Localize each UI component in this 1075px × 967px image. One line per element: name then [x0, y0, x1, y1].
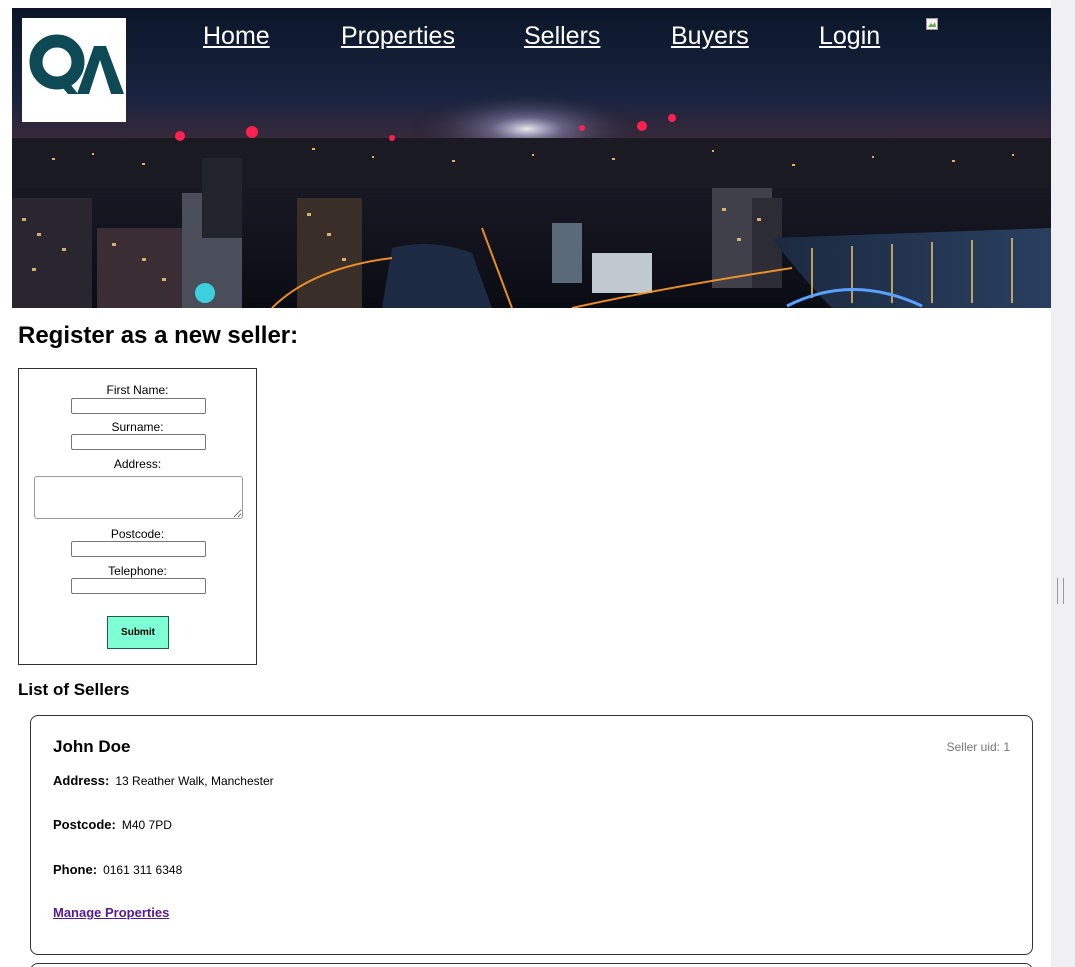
address-textarea[interactable] — [34, 476, 243, 519]
seller-card: John Doe Seller uid: 1 Address: 13 Reathe… — [30, 715, 1033, 955]
first-name-label: First Name: — [106, 383, 169, 397]
manage-properties-link[interactable]: Manage Properties — [53, 905, 169, 920]
nav-buyers-link[interactable]: Buyers — [671, 22, 749, 51]
scrollbar-track[interactable] — [1051, 0, 1075, 967]
surname-label: Surname: — [111, 420, 164, 434]
nav-home-link[interactable]: Home — [203, 22, 270, 51]
nav-properties-link[interactable]: Properties — [341, 22, 455, 51]
page-title: Register as a new seller: — [18, 322, 299, 349]
seller-card-next — [30, 963, 1033, 967]
nav-login-link[interactable]: Login — [819, 22, 880, 51]
scrollbar-grip-icon[interactable] — [1057, 578, 1064, 604]
phone-key: Phone: — [53, 862, 98, 877]
header-banner: Home Properties Sellers Buyers Login — [12, 8, 1051, 308]
nav-sellers-link[interactable]: Sellers — [524, 22, 600, 51]
main-nav: Home Properties Sellers Buyers Login — [12, 22, 1051, 62]
address-label: Address: — [113, 457, 162, 471]
register-seller-form: First Name: Surname: Address: Postcode: … — [18, 368, 257, 665]
surname-input[interactable] — [71, 434, 206, 450]
postcode-input[interactable] — [71, 541, 206, 557]
submit-button[interactable]: Submit — [107, 616, 169, 649]
seller-address-row: Address: 13 Reather Walk, Manchester — [53, 772, 274, 790]
telephone-label: Telephone: — [108, 564, 167, 578]
phone-value: 0161 311 6348 — [103, 863, 183, 877]
seller-phone-row: Phone: 0161 311 6348 — [53, 861, 182, 879]
postcode-label: Postcode: — [110, 527, 165, 541]
sellers-list-title: List of Sellers — [18, 680, 130, 699]
page: Home Properties Sellers Buyers Login Reg… — [0, 0, 1051, 967]
address-value: 13 Reather Walk, Manchester — [115, 774, 274, 788]
seller-name: John Doe — [53, 737, 131, 756]
broken-image-icon — [926, 18, 938, 30]
seller-postcode-row: Postcode: M40 7PD — [53, 816, 172, 834]
address-key: Address: — [53, 773, 110, 788]
first-name-input[interactable] — [71, 398, 206, 414]
postcode-key: Postcode: — [53, 817, 116, 832]
seller-uid: Seller uid: 1 — [946, 740, 1010, 754]
postcode-value: M40 7PD — [121, 818, 172, 832]
telephone-input[interactable] — [71, 578, 206, 594]
